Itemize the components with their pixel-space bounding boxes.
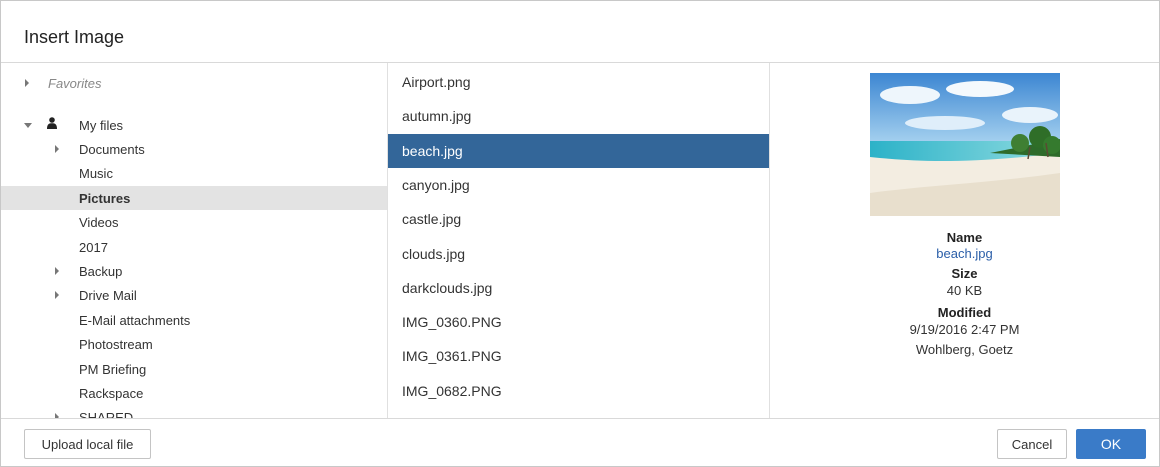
file-list[interactable]: Airport.png autumn.jpg beach.jpg canyon.jpg… <box>388 63 770 418</box>
tree-item-my-files[interactable]: My files <box>1 113 387 137</box>
size-label: Size <box>951 266 978 281</box>
name-value: beach.jpg <box>936 246 993 261</box>
preview-pane: Name beach.jpg Size 40 KB Modified 9/19/… <box>770 63 1159 418</box>
tree-item-label: Pictures <box>79 191 131 206</box>
modified-label: Modified <box>937 305 992 320</box>
file-name: beach.jpg <box>402 143 463 159</box>
name-label: Name <box>946 230 983 245</box>
user-icon <box>47 117 57 129</box>
tree-item-label: Photostream <box>79 337 153 352</box>
file-name: Airport.png <box>402 74 471 90</box>
file-list-item[interactable]: autumn.jpg <box>388 99 769 133</box>
chevron-down-icon[interactable] <box>24 123 32 128</box>
tree-item-label: E-Mail attachments <box>79 313 191 328</box>
file-list-item[interactable]: canyon.jpg <box>388 168 769 202</box>
file-name: IMG_0360.PNG <box>402 314 502 330</box>
dialog-footer: Upload local file Cancel OK <box>1 418 1159 466</box>
chevron-right-icon[interactable] <box>55 145 59 153</box>
modified-value: 9/19/2016 2:47 PM <box>909 322 1020 337</box>
tree-item-label: Favorites <box>48 76 102 91</box>
size-value: 40 KB <box>946 283 983 298</box>
file-name: canyon.jpg <box>402 177 470 193</box>
tree-item-rackspace[interactable]: Rackspace <box>1 381 387 405</box>
tree-item-label: Music <box>79 166 113 181</box>
tree-item-music[interactable]: Music <box>1 161 387 185</box>
file-name: castle.jpg <box>402 211 462 227</box>
tree-item-shared[interactable]: SHARED <box>1 405 387 418</box>
file-list-item[interactable]: castle.jpg <box>388 202 769 236</box>
tree-item-photostream[interactable]: Photostream <box>1 332 387 356</box>
file-list-item[interactable]: clouds.jpg <box>388 237 769 271</box>
file-list-item[interactable]: IMG_0361.PNG <box>388 339 769 373</box>
tree-item-label: 2017 <box>79 240 108 255</box>
tree-item-label: Backup <box>79 264 123 279</box>
file-list-item[interactable]: IMG_0682.PNG <box>388 374 769 408</box>
tree-item-2017[interactable]: 2017 <box>1 235 387 259</box>
tree-item-e-mail-attachments[interactable]: E-Mail attachments <box>1 308 387 332</box>
dialog-title: Insert Image <box>24 27 125 47</box>
file-list-item[interactable]: beach.jpg <box>388 134 769 168</box>
file-name: clouds.jpg <box>402 246 466 262</box>
tree-item-label: Drive Mail <box>79 288 137 303</box>
image-thumbnail <box>870 73 1060 216</box>
tree-item-label: Documents <box>79 142 145 157</box>
tree-item-backup[interactable]: Backup <box>1 259 387 283</box>
dialog-header: Insert Image <box>1 1 1159 63</box>
file-name: IMG_0682.PNG <box>402 383 502 399</box>
ok-button[interactable]: OK <box>1076 429 1146 459</box>
tree-item-videos[interactable]: Videos <box>1 210 387 234</box>
file-list-item[interactable]: darkclouds.jpg <box>388 271 769 305</box>
tree-item-pictures[interactable]: Pictures <box>1 186 387 210</box>
tree-item-label: PM Briefing <box>79 362 147 377</box>
chevron-right-icon[interactable] <box>55 267 59 275</box>
tree-item-drive-mail[interactable]: Drive Mail <box>1 283 387 307</box>
file-list-item[interactable]: IMG_0360.PNG <box>388 305 769 339</box>
tree-item-label: My files <box>79 118 124 133</box>
file-name: darkclouds.jpg <box>402 280 493 296</box>
folder-tree[interactable]: Favorites My files Documents Music Picture… <box>1 63 388 418</box>
upload-local-file-button[interactable]: Upload local file <box>24 429 151 459</box>
file-name: autumn.jpg <box>402 108 472 124</box>
insert-image-dialog: Insert Image Favorites My files Document… <box>0 0 1160 467</box>
cancel-button[interactable]: Cancel <box>997 429 1067 459</box>
tree-item-label: SHARED <box>79 410 134 418</box>
tree-item-pm-briefing[interactable]: PM Briefing <box>1 357 387 381</box>
chevron-right-icon[interactable] <box>55 291 59 299</box>
tree-item-favorites[interactable]: Favorites <box>1 71 387 95</box>
tree-item-label: Rackspace <box>79 386 144 401</box>
chevron-right-icon[interactable] <box>25 79 29 87</box>
modified-by: Wohlberg, Goetz <box>915 342 1014 357</box>
file-list-item[interactable]: Airport.png <box>388 65 769 99</box>
tree-item-documents[interactable]: Documents <box>1 137 387 161</box>
file-name: IMG_0361.PNG <box>402 348 502 364</box>
tree-item-label: Videos <box>79 215 119 230</box>
